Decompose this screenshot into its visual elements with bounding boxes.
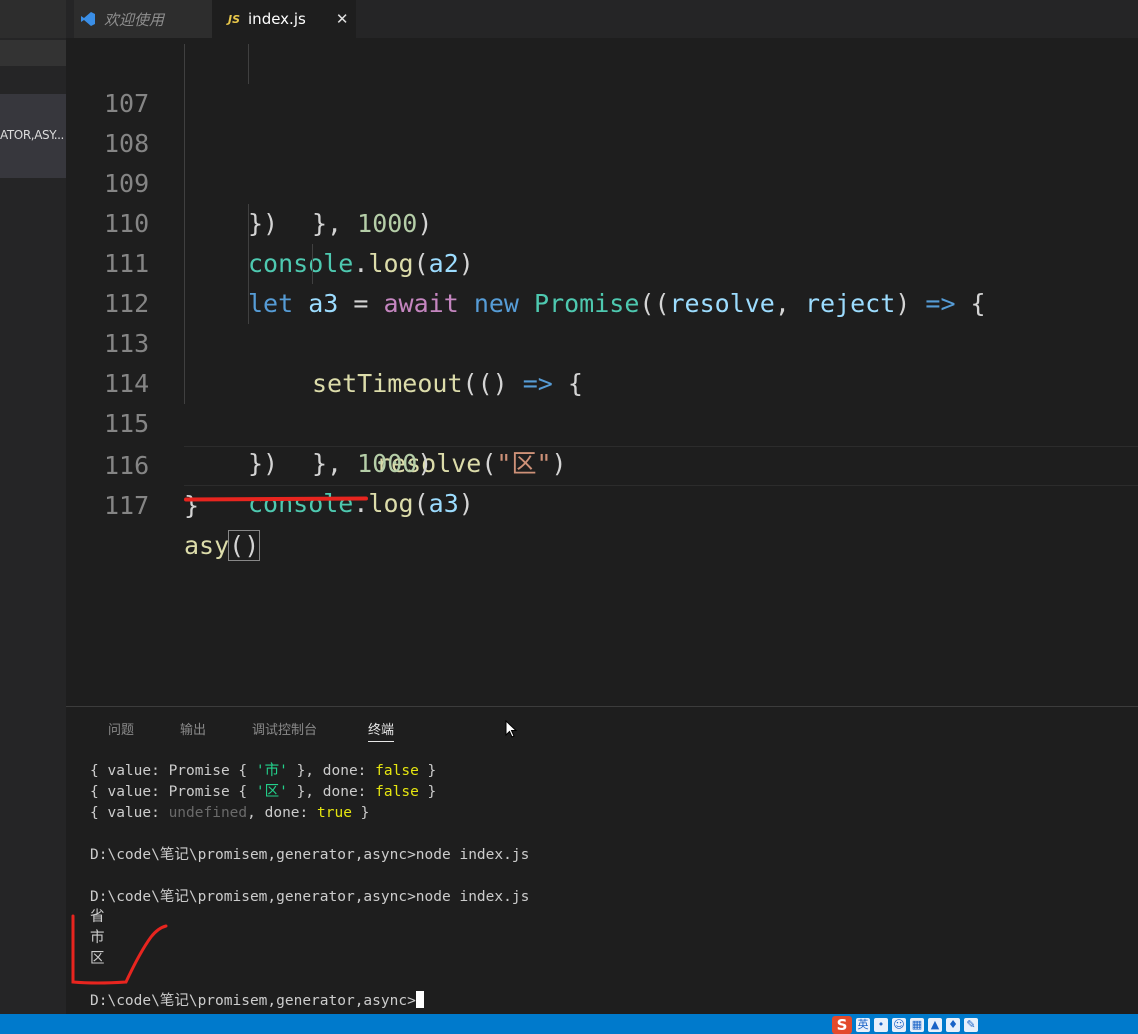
code-token: asy [184,531,230,560]
terminal-output-line: { value: Promise { '市' }, done: false } [90,761,436,782]
term-text: { value: Promise { [90,784,256,800]
code-line-109: 109 console.log(a2) [66,124,1138,278]
indent-guide [248,284,249,324]
tab-bar-edge [0,0,66,38]
tab-terminal[interactable]: 终端 [368,719,395,742]
term-text: '区' [255,784,288,800]
code-line-111: 111 setTimeout(() => { [66,204,1138,398]
ime-mode-indicator[interactable]: 英 [856,1018,870,1032]
indent-guide [184,84,185,124]
code-line-115: 115 console.log(a3) [66,364,1138,518]
code-line-116: 116 } [66,406,1138,520]
term-text: }, done: [287,784,376,800]
code-token: . [353,489,369,518]
ime-emoji-icon[interactable]: ☺ [892,1018,906,1032]
annotation-bracket [71,914,168,985]
code-editor[interactable]: 107 }, 1000) 108 }) 109 console.log(a2) … [66,38,1138,706]
terminal-prompt: D:\code\笔记\promisem,generator,async>node… [90,889,530,905]
term-text: } [418,784,437,800]
indent-guide [312,244,313,284]
line-number: 117 [104,491,150,520]
term-text: } [351,805,370,821]
tab-index-js[interactable]: JS index.js ✕ [212,0,356,38]
indent-guide [184,44,185,84]
code-line-107: 107 }, 1000) [66,44,1138,238]
indent-guide [248,204,249,244]
code-line-108: 108 }) [66,84,1138,238]
code-line-117: 117 asy() [66,446,1138,561]
code-line-110: 110 let a3 = await new Promise((resolve,… [66,164,1138,318]
term-text: { value: [90,805,169,821]
terminal-input-line[interactable]: D:\code\笔记\promisem,generator,async> [90,991,424,1012]
indent-guide [184,364,185,404]
term-text: } [418,763,437,779]
ime-shirt-icon[interactable]: ♦ [946,1018,960,1032]
ime-punct-icon[interactable]: • [874,1018,888,1032]
terminal-prompt: D:\code\笔记\promisem,generator,async> [90,993,416,1009]
indent-guide [184,244,185,284]
tab-welcome[interactable]: 欢迎使用 [74,0,212,38]
indent-guide [184,204,185,244]
js-file-icon: JS [228,12,241,26]
code-line-114: 114 }) [66,324,1138,478]
tab-debug-console[interactable]: 调试控制台 [252,719,317,738]
indent-guide [184,124,185,164]
term-text: false [375,784,419,800]
bottom-panel: 问题 输出 调试控制台 终端 { value: Promise { '市' },… [66,706,1138,1014]
code-token: ( [413,489,429,518]
close-tab-icon[interactable]: ✕ [336,10,349,28]
term-text: }, done: [287,763,376,779]
term-text: '市' [255,763,288,779]
indent-guide [184,164,185,204]
sidebar-header-row [0,40,66,66]
ime-toolbar[interactable]: S 英 • ☺ ▦ ▲ ♦ ✎ [832,1016,978,1034]
ime-keyboard-icon[interactable]: ▦ [910,1018,924,1032]
terminal-output-line: { value: Promise { '区' }, done: false } [90,782,436,803]
term-text: { value: Promise { [90,763,256,779]
sidebar-item-label: ATOR,ASY... [0,128,64,142]
code-token: ) [458,489,474,518]
tab-problems[interactable]: 问题 [108,719,134,738]
matched-brackets: () [228,530,261,561]
term-text: false [375,763,419,779]
code-token: a3 [428,489,459,518]
ime-user-icon[interactable]: ▲ [928,1018,942,1032]
explorer-sidebar: ATOR,ASY... [0,38,66,1014]
term-text: undefined [168,805,248,821]
indent-guide [184,324,185,364]
tab-bar: 欢迎使用 JS index.js ✕ [0,0,1138,38]
code-token: console [248,489,354,518]
ime-tools-icon[interactable]: ✎ [964,1018,978,1032]
mouse-pointer-icon [505,720,518,738]
code-token: log [368,489,414,518]
tab-output[interactable]: 输出 [180,719,206,738]
term-text: , done: [247,805,317,821]
indent-guide [248,44,249,84]
term-text: true [317,805,352,821]
indent-guide [184,284,185,324]
vscode-icon [81,12,95,26]
indent-guide [248,244,249,284]
terminal-output-line: { value: undefined, done: true } [90,803,369,824]
terminal-prompt: D:\code\笔记\promisem,generator,async>node… [90,847,530,863]
code-line-112: 112 resolve("区") [66,244,1138,478]
code-token: } [184,491,200,520]
code-line-113: 113 }, 1000) [66,284,1138,478]
sogou-ime-icon[interactable]: S [832,1016,852,1034]
tab-index-js-label: index.js [248,10,306,28]
tab-welcome-label: 欢迎使用 [104,10,165,29]
terminal-cursor [415,991,424,1008]
